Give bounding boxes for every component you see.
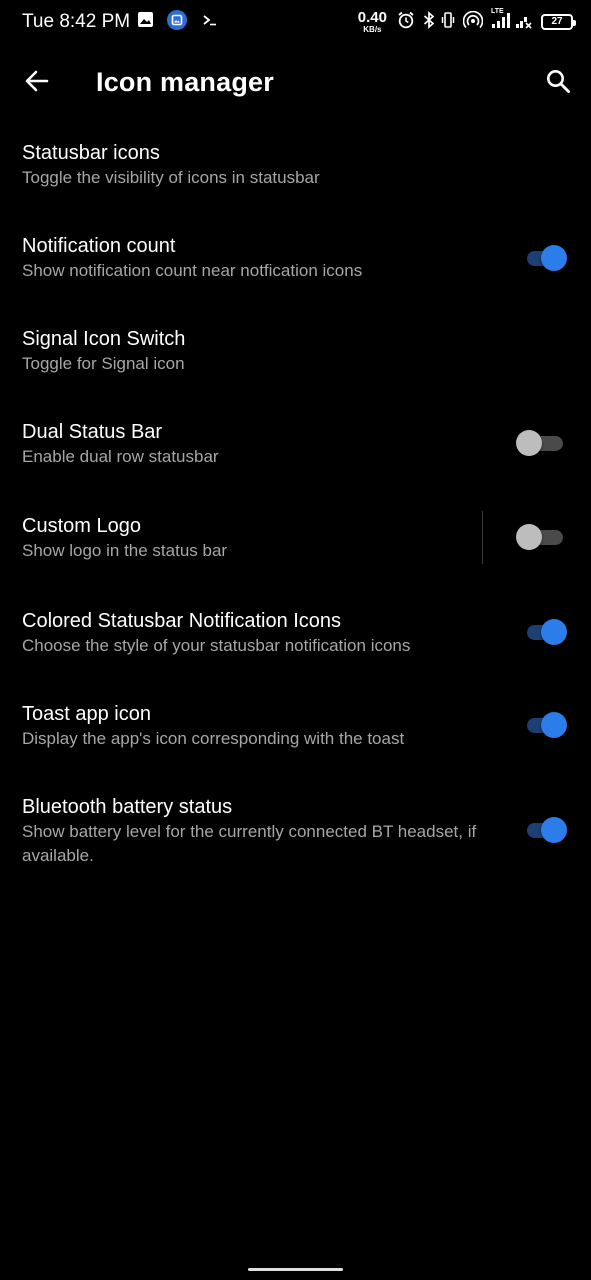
status-bar: Tue 8:42 PM 0.40 KB/s LTE 27 (0, 0, 591, 44)
setting-summary: Toggle for Signal icon (22, 354, 185, 373)
terminal-icon (202, 12, 218, 33)
setting-signal-icon-switch[interactable]: Signal Icon Switch Toggle for Signal ico… (0, 326, 591, 376)
battery-icon: 27 (541, 14, 576, 30)
setting-title: Signal Icon Switch (22, 328, 186, 350)
setting-summary: Enable dual row statusbar (22, 447, 219, 466)
custom-logo-toggle[interactable] (516, 524, 565, 550)
signal-icon (515, 11, 533, 34)
gesture-nav-handle[interactable] (248, 1268, 343, 1271)
vibrate-icon (441, 11, 455, 34)
bluetooth-battery-status-toggle[interactable] (525, 817, 567, 843)
setting-bluetooth-battery-status[interactable]: Bluetooth battery status Show battery le… (0, 794, 591, 868)
status-time: Tue 8:42 PM (22, 11, 131, 32)
setting-title: Bluetooth battery status (22, 796, 233, 818)
status-system-icons: 0.40 KB/s LTE 27 (358, 7, 576, 35)
notification-count-toggle[interactable] (525, 245, 567, 271)
lte-label: LTE (491, 7, 504, 15)
setting-summary: Choose the style of your statusbar notif… (22, 636, 411, 655)
preference-divider (482, 511, 483, 564)
network-speed-unit: KB/s (363, 25, 382, 34)
image-icon (137, 11, 154, 33)
arrow-back-icon (25, 70, 49, 92)
setting-title: Dual Status Bar (22, 421, 163, 443)
setting-summary: Display the app's icon corresponding wit… (22, 729, 405, 748)
back-button[interactable] (18, 62, 56, 100)
battery-level: 27 (551, 16, 563, 27)
alarm-icon (397, 11, 415, 34)
toast-app-icon-toggle[interactable] (525, 712, 567, 738)
dual-status-bar-toggle[interactable] (516, 430, 565, 456)
setting-custom-logo[interactable]: Custom Logo Show logo in the status bar (0, 513, 591, 563)
gallery-app-icon (166, 9, 188, 36)
setting-title: Toast app icon (22, 703, 151, 725)
setting-title: Colored Statusbar Notification Icons (22, 610, 342, 632)
hotspot-icon (462, 10, 484, 34)
network-speed-value: 0.40 (357, 9, 387, 26)
app-bar: Icon manager (0, 44, 591, 118)
setting-title: Custom Logo (22, 515, 141, 537)
network-speed: 0.40 KB/s (358, 10, 387, 34)
page-title: Icon manager (96, 67, 274, 97)
setting-summary: Show battery level for the currently con… (22, 822, 477, 865)
setting-statusbar-icons[interactable]: Statusbar icons Toggle the visibility of… (0, 140, 591, 190)
search-icon (547, 70, 570, 93)
setting-title: Notification count (22, 235, 176, 257)
bluetooth-icon (423, 10, 435, 34)
colored-notification-icons-toggle[interactable] (525, 619, 567, 645)
setting-title: Statusbar icons (22, 142, 160, 164)
setting-toast-app-icon[interactable]: Toast app icon Display the app's icon co… (0, 701, 591, 751)
status-notification-icons (137, 9, 218, 36)
setting-summary: Show notification count near notfication… (22, 261, 363, 280)
setting-dual-status-bar[interactable]: Dual Status Bar Enable dual row statusba… (0, 419, 591, 469)
lte-signal-icon: LTE (491, 7, 511, 34)
setting-summary: Toggle the visibility of icons in status… (22, 168, 320, 187)
setting-colored-notification-icons[interactable]: Colored Statusbar Notification Icons Cho… (0, 608, 591, 658)
setting-notification-count[interactable]: Notification count Show notification cou… (0, 233, 591, 283)
setting-summary: Show logo in the status bar (22, 541, 228, 560)
search-button[interactable] (539, 62, 577, 100)
